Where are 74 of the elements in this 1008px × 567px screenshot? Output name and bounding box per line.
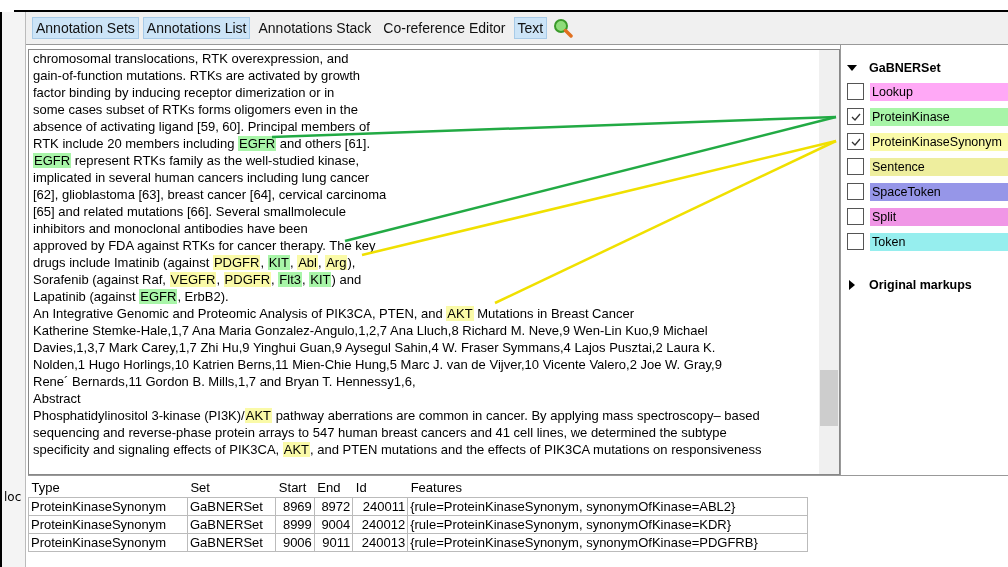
checkbox[interactable]: [847, 133, 864, 150]
annotation-type-label[interactable]: Lookup: [870, 82, 1008, 101]
table-cell: 8969: [275, 497, 315, 516]
view-tab[interactable]: Annotations Stack: [254, 17, 376, 39]
table-cell: 8999: [275, 515, 315, 534]
document-line: Katherine Stemke-Hale,1,7 Ana Maria Gonzalez-Angulo,1,2,7 Ana Lluch,8 Richard M. Neve,9 Wen-Lin Kuo,9 Michael: [33, 322, 708, 339]
column-header[interactable]: Set: [187, 478, 276, 498]
document-line: RTK include 20 members including EGFR and others [61].: [33, 135, 371, 152]
table-cell: 9006: [275, 533, 315, 552]
document-line: Lapatinib (against EGFR, ErbB2).: [33, 288, 229, 305]
table-cell: ProteinKinaseSynonym: [28, 533, 188, 552]
document-line: drugs include Imatinib (against PDGFR, KIT, Abl, Arg),: [33, 254, 356, 271]
document-line: Phosphatidylinositol 3-kinase (PI3K)/AKT pathway aberrations are common in cancer. By applying mass spectroscopy– based: [33, 407, 760, 424]
checkbox[interactable]: [847, 108, 864, 125]
checkbox[interactable]: [847, 83, 864, 100]
annotation-type-label[interactable]: Token: [870, 232, 1008, 251]
checkbox[interactable]: [847, 183, 864, 200]
table-cell: {rule=ProteinKinaseSynonym, synonymOfKinase=ABL2}: [407, 497, 808, 516]
checkbox[interactable]: [847, 208, 864, 225]
column-header[interactable]: Start: [275, 478, 315, 498]
table-cell: 9004: [314, 515, 353, 534]
document-line: approved by FDA against RTKs for cancer therapy. The key: [33, 237, 376, 254]
document-line: [62], glioblastoma [63], breast cancer [64], cervical carcinoma: [33, 186, 387, 203]
table-cell: GaBNERSet: [187, 515, 276, 534]
annotation-type-label[interactable]: SpaceToken: [870, 182, 1008, 201]
document-line: Rene´ Bernards,11 Gordon B. Mills,1,7 and Bryan T. Hennessy1,6,: [33, 373, 416, 390]
column-header[interactable]: Features: [407, 478, 808, 498]
checkbox[interactable]: [847, 158, 864, 175]
document-line: EGFR represent RTKs family as the well-studied kinase,: [33, 152, 360, 169]
table-cell: {rule=ProteinKinaseSynonym, synonymOfKinase=KDR}: [407, 515, 808, 534]
annotation-type-label[interactable]: ProteinKinaseSynonym: [870, 132, 1008, 151]
document-line: inhibitors and monoclonal antibodies have been: [33, 220, 308, 237]
document-line: Abstract: [33, 390, 81, 407]
table-cell: {rule=ProteinKinaseSynonym, synonymOfKinase=PDGFRB}: [407, 533, 808, 552]
document-line: An Integrative Genomic and Proteomic Analysis of PIK3CA, PTEN, and AKT Mutations in Breast Cancer: [33, 305, 634, 322]
document-line: absence of activating ligand [59, 60]. Principal members of: [33, 118, 370, 135]
document-line: gain-of-function mutations. RTKs are activated by growth: [33, 67, 361, 84]
scrollbar[interactable]: [819, 50, 839, 474]
annotation-set-name: Original markups: [869, 278, 972, 292]
annotation-type-label[interactable]: Sentence: [870, 157, 1008, 176]
view-tab[interactable]: Annotations List: [142, 17, 251, 39]
document-line: Nolden,1 Hugo Horlings,10 Katrien Berns,11 Mien-Chie Hung,5 Marc J. van de Vijver,10 Vicente Valero,2 Joe W. Gray,9: [33, 356, 722, 373]
document-line: specificity and signaling effects of PIK3CA, AKT, and PTEN mutations and the effects of PIK3CA mutations on responsiveness: [33, 441, 762, 458]
view-tab[interactable]: Text: [513, 17, 548, 39]
document-line: sequencing and reverse-phase protein arrays to 547 human breast cancers and 41 cell lines, we determined the subtype: [33, 424, 727, 441]
table-cell: 9011: [314, 533, 353, 552]
annotation-type-label[interactable]: ProteinKinase: [870, 107, 1008, 126]
column-header[interactable]: End: [314, 478, 353, 498]
document-line: chromosomal translocations, RTK overexpression, and: [33, 50, 349, 67]
table-cell: 240012: [352, 515, 408, 534]
table-cell: ProteinKinaseSynonym: [28, 515, 188, 534]
column-header[interactable]: Id: [352, 478, 408, 498]
expand-icon[interactable]: [847, 63, 857, 73]
document-line: factor binding by inducing receptor dimerization or in: [33, 84, 335, 101]
table-cell: 8972: [314, 497, 353, 516]
table-cell: 240013: [352, 533, 408, 552]
document-line: Davies,1,3,7 Mark Carey,1,7 Zhi Hu,9 Yinghui Guan,9 Aysegul Sahin,4 W. Fraser Symmans,4 Lajos Pusztai,2 Laura K.: [33, 339, 716, 356]
table-cell: GaBNERSet: [187, 533, 276, 552]
search-icon[interactable]: [553, 18, 574, 38]
checkbox[interactable]: [847, 233, 864, 250]
document-line: [65] and related mutations [66]. Several smallmolecule: [33, 203, 346, 220]
view-tab[interactable]: Annotation Sets: [32, 17, 139, 39]
document-line: some cases subset of RTKs forms oligomers even in the: [33, 101, 358, 118]
expand-icon[interactable]: [847, 280, 857, 290]
view-tab[interactable]: Co-reference Editor: [379, 17, 510, 39]
panel-label: loc: [4, 490, 22, 504]
document-line: implicated in several human cancers including lung cancer: [33, 169, 369, 186]
column-header[interactable]: Type: [28, 478, 188, 498]
table-cell: 240011: [352, 497, 408, 516]
table-cell: ProteinKinaseSynonym: [28, 497, 188, 516]
document-line: Sorafenib (against Raf, VEGFR, PDGFR, Flt3, KIT) and: [33, 271, 362, 288]
annotation-set-name: GaBNERSet: [869, 61, 941, 75]
annotation-type-label[interactable]: Split: [870, 207, 1008, 226]
table-cell: GaBNERSet: [187, 497, 276, 516]
